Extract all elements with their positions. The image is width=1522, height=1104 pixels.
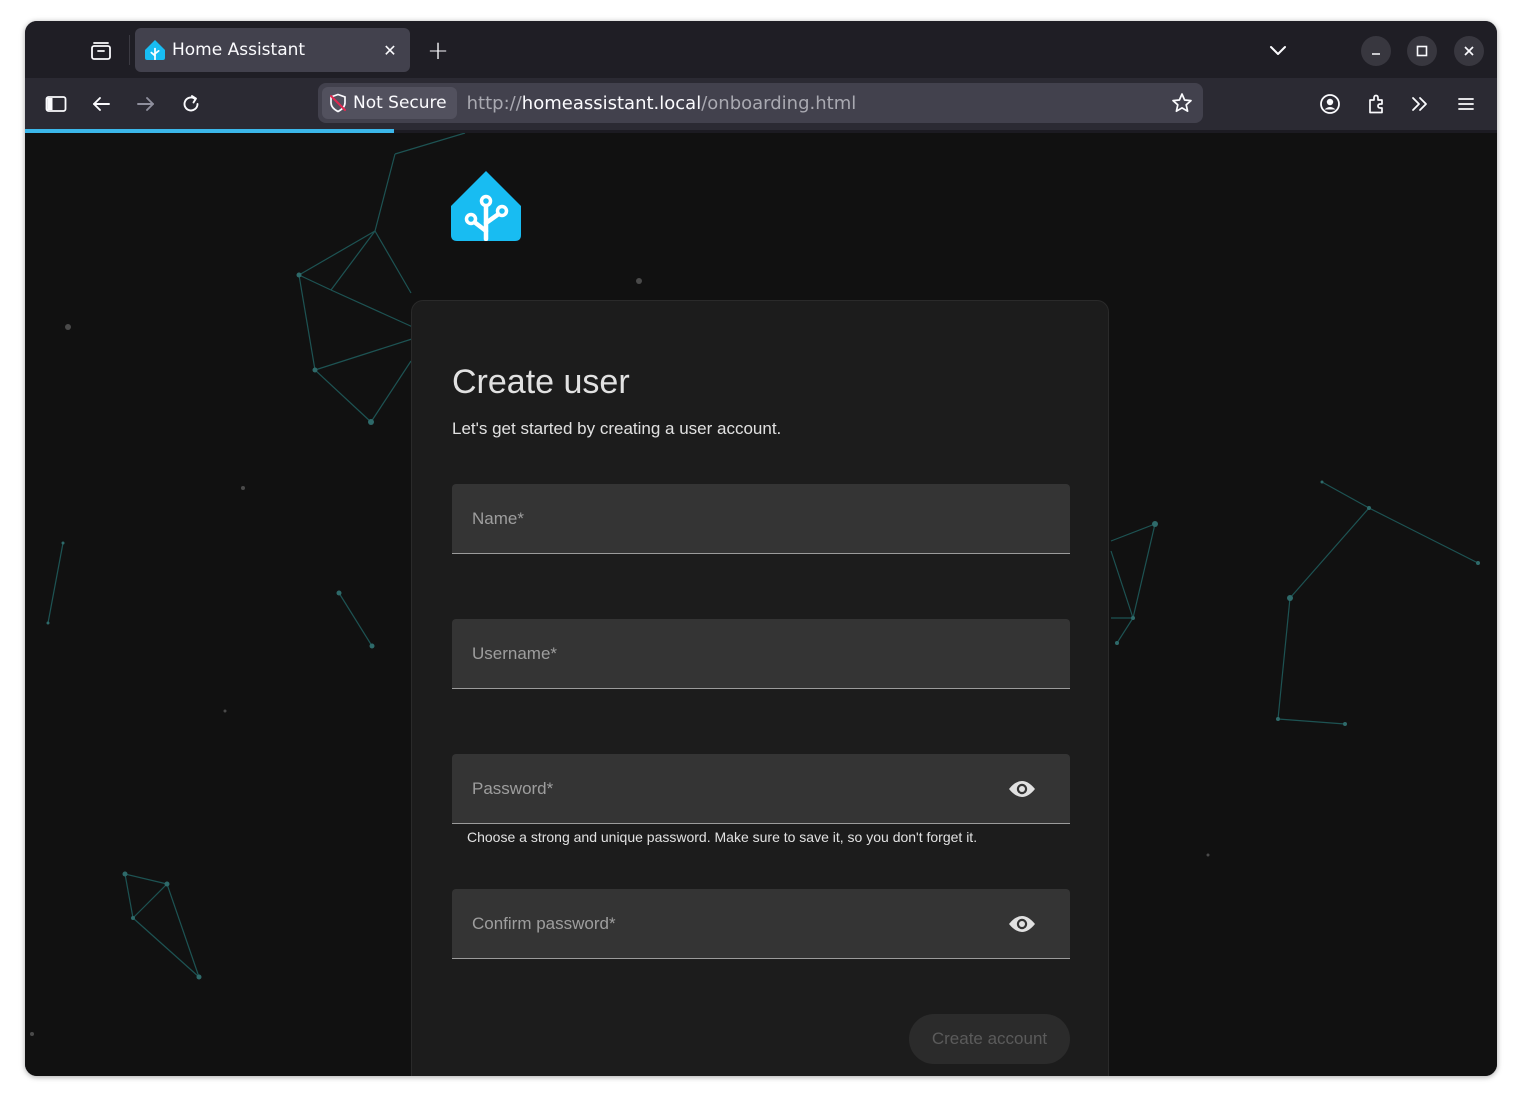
page-content: Create user Let's get started by creatin…: [25, 133, 1497, 1076]
star-icon: [1172, 93, 1192, 113]
name-input[interactable]: [452, 484, 1070, 553]
page-title: Create user: [452, 363, 630, 401]
onboarding-card: Create user Let's get started by creatin…: [411, 300, 1109, 1076]
forward-button[interactable]: [131, 89, 161, 119]
name-field[interactable]: [452, 484, 1070, 554]
app-menu-button[interactable]: [1451, 89, 1481, 119]
username-field[interactable]: [452, 619, 1070, 689]
minimize-button[interactable]: [1361, 36, 1391, 66]
browser-window: Home Assistant ✕ + Not Secure http://hom…: [25, 21, 1497, 1076]
tab-list-button[interactable]: [85, 37, 117, 65]
eye-icon: [1009, 781, 1035, 797]
tab-separator: [129, 35, 130, 65]
site-security-button[interactable]: Not Secure: [322, 87, 457, 119]
url-scheme: http://: [466, 92, 522, 114]
maximize-button[interactable]: [1407, 36, 1437, 66]
url-host: homeassistant.local: [521, 92, 702, 114]
list-all-tabs-button[interactable]: [1263, 35, 1293, 65]
tab-home-assistant[interactable]: Home Assistant ✕: [135, 28, 410, 72]
bookmark-button[interactable]: [1167, 88, 1197, 118]
maximize-icon: [1416, 45, 1428, 57]
not-secure-label: Not Secure: [353, 93, 447, 113]
close-window-button[interactable]: [1454, 36, 1484, 66]
url-bar[interactable]: Not Secure http://homeassistant.local/on…: [318, 83, 1203, 123]
shield-icon: [328, 93, 348, 113]
confirm-password-field[interactable]: [452, 889, 1070, 959]
url-path: /onboarding.html: [701, 92, 857, 114]
close-icon: [1464, 46, 1474, 56]
forward-arrow-icon: [137, 97, 154, 111]
hamburger-menu-icon: [1458, 98, 1474, 110]
create-account-button[interactable]: Create account: [909, 1014, 1070, 1064]
account-icon: [1320, 94, 1340, 114]
home-assistant-logo: [451, 171, 521, 241]
account-button[interactable]: [1315, 89, 1345, 119]
tab-close-button[interactable]: ✕: [376, 36, 404, 64]
more-tools-button[interactable]: [1405, 89, 1435, 119]
puzzle-icon: [1369, 94, 1383, 114]
password-input[interactable]: [452, 754, 1070, 823]
tab-bar: Home Assistant ✕ +: [25, 21, 1497, 78]
reload-button[interactable]: [176, 89, 206, 119]
password-helper-text: Choose a strong and unique password. Mak…: [467, 829, 978, 845]
navigation-toolbar: Not Secure http://homeassistant.local/on…: [25, 78, 1497, 130]
chevron-down-icon: [1270, 46, 1286, 55]
show-password-button[interactable]: [1008, 776, 1036, 802]
sidebar-button[interactable]: [41, 89, 71, 119]
show-confirm-password-button[interactable]: [1008, 911, 1036, 937]
back-arrow-icon: [93, 97, 110, 111]
sidebar-icon: [45, 96, 67, 112]
reload-icon: [183, 95, 199, 112]
back-button[interactable]: [86, 89, 116, 119]
double-chevron-icon: [1412, 97, 1427, 111]
url-text[interactable]: http://homeassistant.local/onboarding.ht…: [467, 93, 1167, 114]
minimize-icon: [1372, 53, 1380, 55]
tab-title: Home Assistant: [172, 40, 306, 60]
page-subtitle: Let's get started by creating a user acc…: [452, 419, 782, 438]
eye-icon: [1009, 916, 1035, 932]
password-field[interactable]: [452, 754, 1070, 824]
new-tab-button[interactable]: +: [423, 36, 453, 66]
home-assistant-favicon-icon: [145, 40, 165, 60]
confirm-password-input[interactable]: [452, 889, 1070, 958]
username-input[interactable]: [452, 619, 1070, 688]
extensions-button[interactable]: [1361, 89, 1391, 119]
tab-list-icon: [91, 42, 111, 60]
